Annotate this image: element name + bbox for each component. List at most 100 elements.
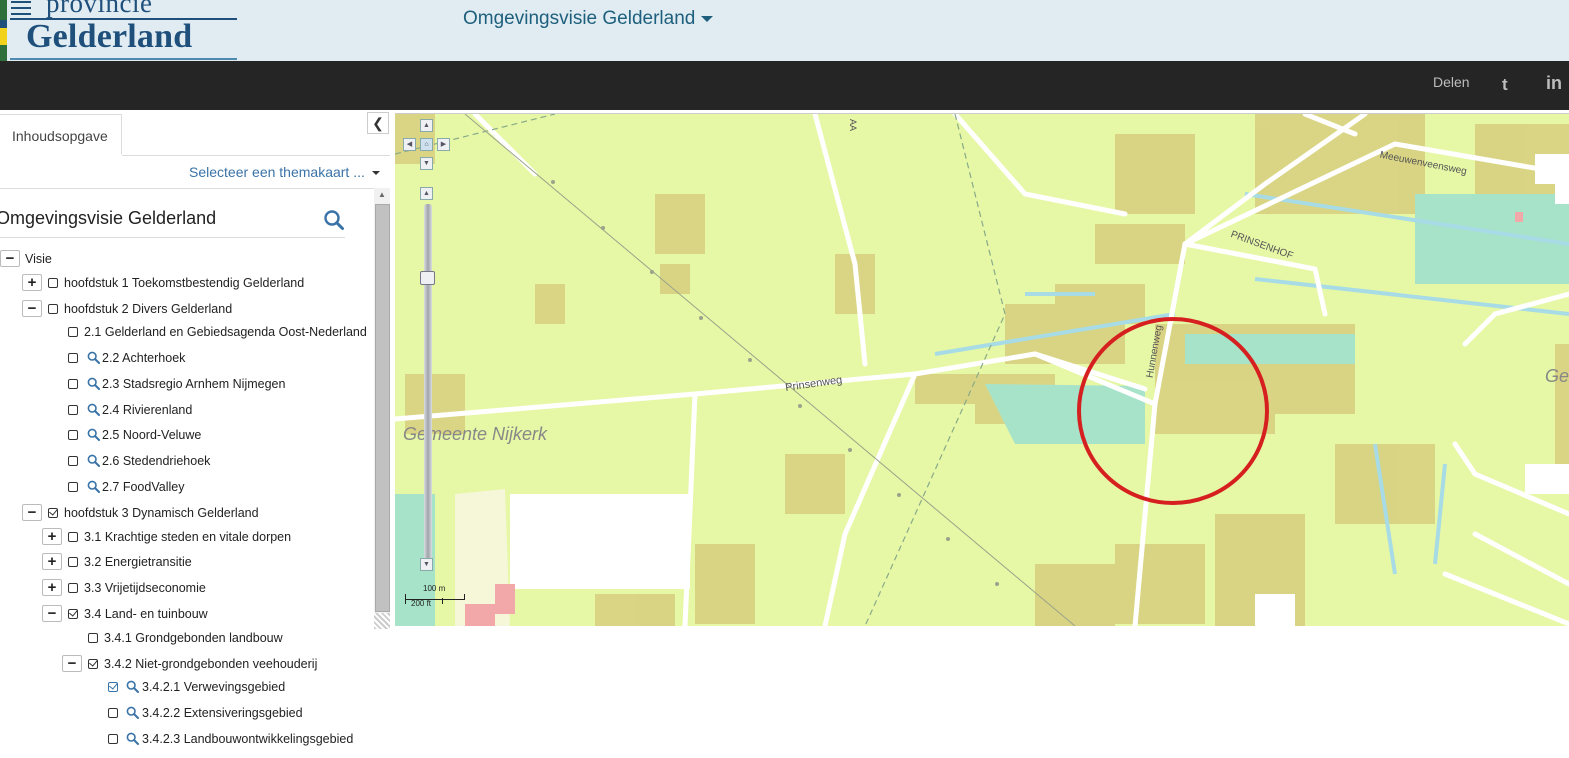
layer-checkbox[interactable] (48, 304, 58, 314)
collapse-button[interactable]: − (22, 504, 42, 521)
zoom-to-layer-icon[interactable] (126, 706, 139, 719)
layer-checkbox[interactable] (108, 734, 118, 744)
tree-item[interactable]: +3.3 Vrijetijdseconomie (0, 578, 374, 598)
tree-item[interactable]: − Visie (0, 249, 374, 269)
provincie-gelderland-logo[interactable]: provincie Gelderland (0, 0, 240, 61)
divider (0, 188, 374, 189)
expand-button[interactable]: + (42, 553, 62, 570)
layer-checkbox[interactable] (108, 708, 118, 718)
zoom-slider-handle[interactable] (420, 271, 435, 285)
pan-left-button[interactable]: ◀ (403, 138, 416, 151)
themakaart-select[interactable]: Selecteer een themakaart ... (189, 164, 380, 180)
tree-title: Omgevingsvisie Gelderland (0, 208, 217, 228)
home-icon[interactable]: ⌂ (420, 138, 433, 151)
tree-item[interactable]: 3.4.2.3 Landbouwontwikkelingsgebied (0, 729, 374, 749)
tree-item-label: 2.7 FoodValley (102, 480, 185, 494)
logo-stripe-green (0, 0, 7, 20)
tree-item-label: 2.3 Stadsregio Arnhem Nijmegen (102, 377, 286, 391)
tree-item-label: 3.1 Krachtige steden en vitale dorpen (84, 530, 292, 544)
tree-item-label: 3.4.1 Grondgebonden landbouw (104, 631, 283, 645)
zoom-slider-track[interactable] (424, 204, 432, 562)
layer-checkbox[interactable] (88, 633, 98, 643)
zoom-to-layer-icon[interactable] (87, 403, 100, 416)
map-canvas[interactable] (395, 114, 1569, 626)
layer-checkbox[interactable] (68, 609, 78, 619)
tree-item[interactable]: 2.6 Stedendriehoek (0, 451, 374, 471)
layer-checkbox[interactable] (68, 405, 78, 415)
collapse-button[interactable]: − (0, 250, 20, 267)
tree-item[interactable]: + hoofdstuk 1 Toekomstbestendig Gelderlan… (0, 273, 374, 293)
tree-item[interactable]: 2.1 Gelderland en Gebiedsagenda Oost-Ned… (0, 322, 374, 342)
share-label[interactable]: Delen (1433, 74, 1470, 90)
scale-metric-label: 100 m (423, 584, 446, 593)
search-icon[interactable] (323, 209, 345, 231)
pan-down-button[interactable]: ▼ (420, 157, 433, 170)
tree-item-label: 3.4.2.2 Extensiveringsgebied (142, 706, 303, 720)
tree-item[interactable]: 2.5 Noord-Veluwe (0, 425, 374, 445)
layer-checkbox[interactable] (108, 682, 118, 692)
tree-item-label: 2.6 Stedendriehoek (102, 454, 211, 468)
map-title-dropdown[interactable]: Omgevingsvisie Gelderland (463, 8, 714, 30)
tree-item-label: Visie (25, 252, 52, 266)
twitter-icon[interactable]: t (1502, 75, 1508, 95)
layer-checkbox[interactable] (68, 327, 78, 337)
zoom-to-layer-icon[interactable] (87, 428, 100, 441)
tree-item[interactable]: − hoofdstuk 3 Dynamisch Gelderland (0, 503, 374, 523)
expand-button[interactable]: + (42, 579, 62, 596)
tree-scrollbar[interactable]: ▲ (374, 188, 390, 628)
layer-checkbox[interactable] (68, 532, 78, 542)
layer-checkbox[interactable] (48, 508, 58, 518)
resize-grip[interactable] (374, 613, 390, 629)
tree-item[interactable]: 3.4.1 Grondgebonden landbouw (0, 628, 374, 648)
layer-checkbox[interactable] (68, 583, 78, 593)
logo-text-gelderland: Gelderland (26, 18, 193, 55)
tree-item[interactable]: − 3.4 Land- en tuinbouw (0, 604, 374, 624)
tree-item[interactable]: 2.3 Stadsregio Arnhem Nijmegen (0, 374, 374, 394)
pan-up-button[interactable]: ▲ (420, 119, 433, 132)
collapse-button[interactable]: − (22, 300, 42, 317)
tree-item[interactable]: − 3.4.2 Niet-grondgebonden veehouderij (0, 654, 374, 674)
zoom-to-layer-icon[interactable] (87, 480, 100, 493)
layer-checkbox[interactable] (68, 482, 78, 492)
layer-checkbox[interactable] (88, 659, 98, 669)
tree-item[interactable]: 3.4.2.2 Extensiveringsgebied (0, 703, 374, 723)
hamburger-menu-icon[interactable] (11, 1, 31, 17)
zoom-to-layer-icon[interactable] (126, 732, 139, 745)
tree-item[interactable]: 2.7 FoodValley (0, 477, 374, 497)
zoom-to-layer-icon[interactable] (87, 454, 100, 467)
app-header: provincie Gelderland Omgevingsvisie Geld… (0, 0, 1569, 61)
zoom-to-layer-icon[interactable] (87, 377, 100, 390)
tree-item[interactable]: 2.2 Achterhoek (0, 348, 374, 368)
tree-item[interactable]: − hoofdstuk 2 Divers Gelderland (0, 299, 374, 319)
collapse-panel-button[interactable]: ❮ (367, 112, 389, 134)
zoom-to-layer-icon[interactable] (87, 351, 100, 364)
tab-inhoudsopgave[interactable]: Inhoudsopgave (0, 114, 122, 155)
zoom-in-button[interactable]: ▲ (420, 187, 433, 200)
layer-checkbox[interactable] (68, 557, 78, 567)
tree-item[interactable]: +3.1 Krachtige steden en vitale dorpen (0, 527, 374, 547)
tree-item[interactable]: +3.2 Energietransitie (0, 552, 374, 572)
layer-checkbox[interactable] (48, 278, 58, 288)
tree-item-label: 2.1 Gelderland en Gebiedsagenda Oost-Ned… (84, 325, 367, 339)
scroll-up-arrow-icon[interactable]: ▲ (374, 188, 390, 202)
tab-divider (122, 155, 390, 156)
collapse-button[interactable]: − (62, 655, 82, 672)
expand-button[interactable]: + (42, 528, 62, 545)
layer-checkbox[interactable] (68, 353, 78, 363)
linkedin-icon[interactable]: in (1546, 73, 1562, 94)
layer-checkbox[interactable] (68, 430, 78, 440)
map-viewer[interactable]: Prinsenweg Gemeente Nijkerk Hunnenweg PR… (395, 113, 1569, 626)
pan-right-button[interactable]: ▶ (437, 138, 450, 151)
zoom-to-layer-icon[interactable] (126, 680, 139, 693)
tree-item[interactable]: 2.4 Rivierenland (0, 400, 374, 420)
layer-checkbox[interactable] (68, 456, 78, 466)
expand-button[interactable]: + (22, 274, 42, 291)
layer-checkbox[interactable] (68, 379, 78, 389)
zoom-out-button[interactable]: ▼ (420, 558, 433, 571)
logo-stripe-blue (0, 20, 7, 28)
collapse-button[interactable]: − (42, 605, 62, 622)
toolbar: Delen t in (0, 61, 1569, 110)
scrollbar-thumb[interactable] (375, 204, 390, 612)
tree-item[interactable]: 3.4.2.1 Verwevingsgebied (0, 677, 374, 697)
tree-item-label: 2.2 Achterhoek (102, 351, 186, 365)
